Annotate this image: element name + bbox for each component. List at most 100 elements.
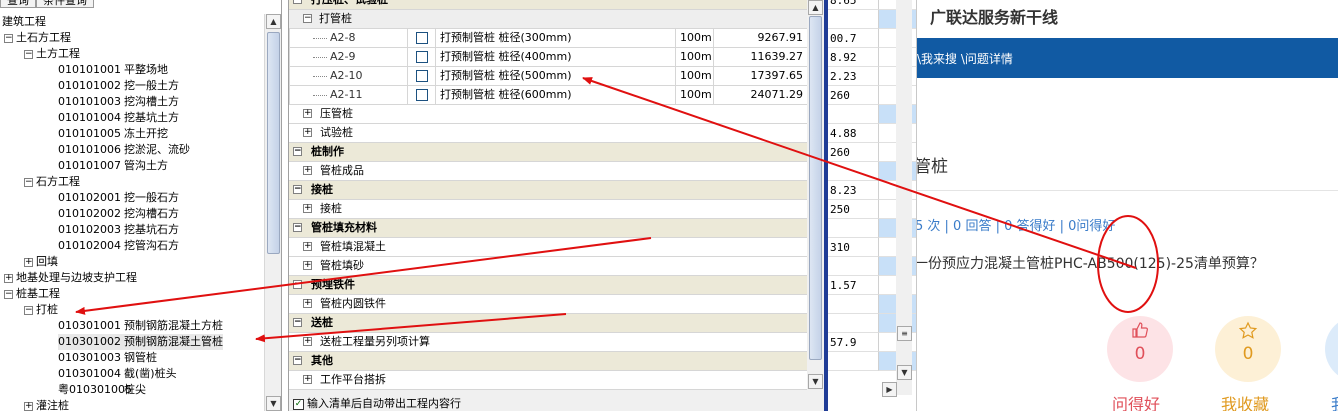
scroll-up-icon[interactable]: ▲ [808, 0, 823, 15]
tree-group[interactable]: − 土石方工程 [4, 30, 71, 46]
collapse-icon[interactable]: − [24, 305, 33, 315]
tree-group[interactable]: 建筑工程 [2, 14, 46, 30]
collapse-icon[interactable]: − [24, 49, 33, 59]
expand-icon[interactable]: + [303, 128, 312, 137]
tree-item[interactable]: 010301004 截(凿)桩头 [58, 366, 177, 382]
collapse-icon[interactable]: − [4, 33, 13, 43]
breadcrumb[interactable]: \我来搜 \问题详情 [917, 50, 1013, 67]
tree-item[interactable]: 010301003 钢管桩 [58, 350, 157, 366]
tree-group[interactable]: + 地基处理与边坡支护工程 [4, 270, 137, 286]
quota-group-row[interactable]: + 试验桩 [289, 124, 807, 143]
quota-row[interactable]: A2-10 打预制管桩 桩径(500mm) 100m 17397.65 [289, 67, 807, 86]
quota-checkbox[interactable] [407, 48, 437, 66]
tree-item[interactable]: 010101004 挖基坑土方 [58, 110, 179, 126]
third-action-button[interactable] [1325, 316, 1338, 382]
grid-scrollbar[interactable]: ▲ ▼ [807, 0, 824, 390]
quota-code: A2-10 [289, 67, 407, 85]
tree-item[interactable]: 010101003 挖沟槽土方 [58, 94, 179, 110]
collapse-icon[interactable]: − [293, 356, 302, 365]
expand-icon[interactable]: + [303, 299, 312, 308]
good-question-button[interactable]: 0 [1107, 316, 1173, 382]
quota-group-row[interactable]: + 管桩填砂 [289, 257, 807, 276]
expand-icon[interactable]: + [4, 273, 13, 283]
tree-item[interactable]: 010101006 挖淤泥、流砂 [58, 142, 190, 158]
expand-icon[interactable]: + [303, 109, 312, 118]
tree-group[interactable]: + 灌注桩 [24, 398, 69, 411]
quota-group-row[interactable]: − 管桩填充材料 [289, 219, 807, 238]
collapse-icon[interactable]: − [4, 289, 13, 299]
collapse-icon[interactable]: − [293, 0, 302, 4]
select-checkbox[interactable] [416, 32, 428, 44]
quota-group-row[interactable]: + 接桩 [289, 200, 807, 219]
scroll-down-icon[interactable]: ▼ [897, 365, 912, 380]
quota-checkbox[interactable] [407, 86, 437, 104]
tree-item[interactable]: 010101007 管沟土方 [58, 158, 168, 174]
quota-group-row[interactable]: + 管桩成品 [289, 162, 807, 181]
quota-group-row[interactable]: + 管桩填混凝土 [289, 238, 807, 257]
collapse-icon[interactable]: − [293, 185, 302, 194]
select-checkbox[interactable] [416, 70, 428, 82]
tree-item[interactable]: 010101002 挖一般土方 [58, 78, 179, 94]
collapse-icon[interactable]: − [293, 147, 302, 156]
expand-icon[interactable]: + [303, 261, 312, 270]
quota-row[interactable]: A2-9 打预制管桩 桩径(400mm) 100m 11639.27 [289, 48, 807, 67]
collapse-icon[interactable]: − [303, 14, 312, 23]
tab-query[interactable]: 查询 [0, 0, 36, 8]
favorite-button[interactable]: 0 [1215, 316, 1281, 382]
tree-group[interactable]: + 回填 [24, 254, 58, 270]
quota-group-row[interactable]: − 打压桩、试验桩 [289, 0, 807, 10]
quota-row[interactable]: A2-8 打预制管桩 桩径(300mm) 100m 9267.91 [289, 29, 807, 48]
quota-group-row[interactable]: − 打管桩 [289, 10, 807, 29]
expand-icon[interactable]: + [24, 401, 33, 411]
collapse-icon[interactable]: − [293, 280, 302, 289]
tree-group[interactable]: − 桩基工程 [4, 286, 60, 302]
quota-group-row[interactable]: − 其他 [289, 352, 807, 371]
tree-item[interactable]: 010301002 预制钢筋混凝土管桩 [58, 334, 223, 350]
collapse-icon[interactable]: − [24, 177, 33, 187]
expand-icon[interactable]: + [24, 257, 33, 267]
tree-item[interactable]: 010102002 挖沟槽石方 [58, 206, 179, 222]
tab-condition-query[interactable]: 条件查询 [36, 0, 94, 8]
select-checkbox[interactable] [416, 89, 428, 101]
expand-icon[interactable]: + [303, 242, 312, 251]
scroll-thumb-grip[interactable]: ≡ [897, 326, 912, 341]
scroll-down-icon[interactable]: ▼ [266, 396, 281, 411]
site-title: 广联达服务新干线 [930, 8, 1059, 27]
tree-scrollbar[interactable]: ▲ ▼ [264, 14, 281, 411]
auto-content-checkbox[interactable]: ✓ [293, 398, 304, 410]
tree-group[interactable]: − 打桩 [24, 302, 58, 318]
scroll-up-icon[interactable]: ▲ [266, 14, 281, 29]
quota-checkbox[interactable] [407, 29, 437, 47]
tree-item[interactable]: 010101005 冻土开挖 [58, 126, 168, 142]
tree-item[interactable]: 010101001 平整场地 [58, 62, 168, 78]
quota-group-row[interactable]: + 工作平台搭拆 [289, 371, 807, 390]
tree-group[interactable]: − 土方工程 [24, 46, 80, 62]
quota-group-row[interactable]: + 送桩工程量另列项计算 [289, 333, 807, 352]
tree-item[interactable]: 010102004 挖管沟石方 [58, 238, 179, 254]
scroll-down-icon[interactable]: ▼ [808, 374, 823, 389]
quota-group-row[interactable]: + 管桩内圆铁件 [289, 295, 807, 314]
tree-item[interactable]: 粤010301005桩尖 [58, 382, 146, 398]
scroll-right-icon[interactable]: ▶ [882, 382, 897, 397]
select-checkbox[interactable] [416, 51, 428, 63]
quota-group-row[interactable]: − 送桩 [289, 314, 807, 333]
expand-icon[interactable]: + [303, 166, 312, 175]
collapse-icon[interactable]: − [293, 223, 302, 232]
expand-icon[interactable]: + [303, 337, 312, 346]
strip-scrollbar[interactable]: ≡ ▼ ▶ [882, 0, 912, 397]
tree-group[interactable]: − 石方工程 [24, 174, 80, 190]
quota-group-row[interactable]: + 压管桩 [289, 105, 807, 124]
tree-item[interactable]: 010102003 挖基坑石方 [58, 222, 179, 238]
collapse-icon[interactable]: − [293, 318, 302, 327]
expand-icon[interactable]: + [303, 204, 312, 213]
quota-row[interactable]: A2-11 打预制管桩 桩径(600mm) 100m 24071.29 [289, 86, 807, 105]
tree-item[interactable]: 010301001 预制钢筋混凝土方桩 [58, 318, 223, 334]
scroll-thumb[interactable] [267, 32, 280, 254]
scroll-thumb[interactable] [809, 16, 822, 360]
tree-item[interactable]: 010102001 挖一般石方 [58, 190, 179, 206]
quota-checkbox[interactable] [407, 67, 437, 85]
quota-group-row[interactable]: − 桩制作 [289, 143, 807, 162]
quota-group-row[interactable]: − 接桩 [289, 181, 807, 200]
expand-icon[interactable]: + [303, 375, 312, 384]
quota-group-row[interactable]: − 预埋铁件 [289, 276, 807, 295]
